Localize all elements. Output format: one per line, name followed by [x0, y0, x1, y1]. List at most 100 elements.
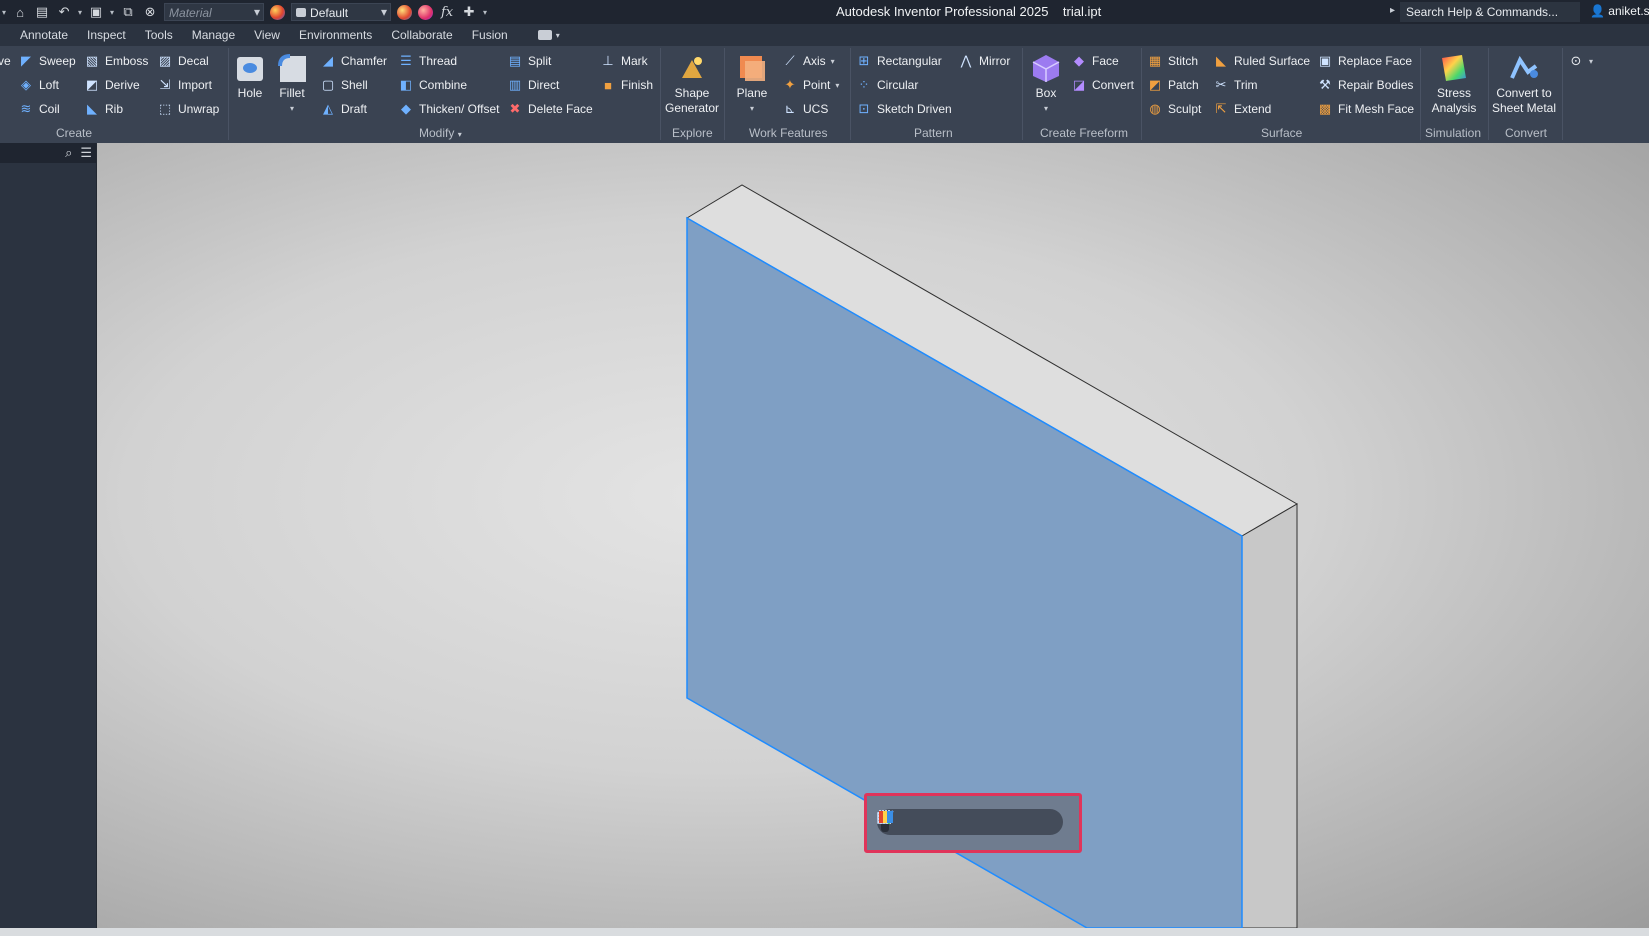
- ribbon-import-button[interactable]: ⇲ Import: [157, 75, 212, 95]
- tab-environments[interactable]: Environments: [299, 28, 372, 42]
- tab-manage[interactable]: Manage: [192, 28, 235, 42]
- ribbon-rectangular-pattern-button[interactable]: ⊞ Rectangular: [856, 51, 942, 71]
- ribbon-replace-face-button[interactable]: ▣ Replace Face: [1317, 51, 1412, 71]
- search-input[interactable]: Search Help & Commands...: [1400, 2, 1580, 22]
- appearance-icon[interactable]: [879, 811, 1063, 833]
- ribbon-box-button[interactable]: Box ▾: [1028, 52, 1064, 116]
- fillet-dropdown-icon[interactable]: ▾: [290, 101, 294, 116]
- add-sketch-icon[interactable]: [878, 810, 1034, 833]
- ribbon-decal-button[interactable]: ▨ Decal: [157, 51, 209, 71]
- ribbon-combine-button[interactable]: ◧ Combine: [398, 75, 467, 95]
- update-dropdown-icon[interactable]: ▾: [110, 8, 114, 17]
- ribbon-shape-generator-button[interactable]: Shape Generator: [662, 52, 722, 116]
- ribbon-mirror-button[interactable]: ⋀ Mirror: [958, 51, 1011, 71]
- ribbon-separator: [1420, 48, 1421, 140]
- tab-tools[interactable]: Tools: [145, 28, 173, 42]
- add-icon[interactable]: ✚: [461, 4, 477, 20]
- ribbon-display-icon[interactable]: [537, 30, 552, 40]
- ribbon-revolve-button[interactable]: ve: [0, 51, 11, 71]
- ribbon-sketch-driven-button[interactable]: ⊡ Sketch Driven: [856, 99, 952, 119]
- ribbon-point-button[interactable]: ✦ Point ▾: [782, 75, 840, 95]
- open-icon[interactable]: ▤: [34, 4, 50, 20]
- hole-icon: [234, 52, 266, 84]
- appearance-dropdown[interactable]: Default: [291, 3, 392, 21]
- ribbon-split-button[interactable]: ▤ Split: [507, 51, 552, 71]
- constraint-icon[interactable]: [878, 810, 1005, 833]
- update-icon[interactable]: ▣: [88, 4, 104, 20]
- ribbon-display-dropdown-icon[interactable]: ▾: [556, 31, 560, 40]
- ribbon-sweep-button[interactable]: ◤ Sweep: [18, 51, 76, 71]
- ribbon-unwrap-button[interactable]: ⬚ Unwrap: [157, 99, 220, 119]
- customize-qat-icon[interactable]: ▾: [483, 8, 487, 17]
- ribbon-thicken-offset-button[interactable]: ◆ Thicken/ Offset: [398, 99, 499, 119]
- create-sketch-icon[interactable]: [877, 810, 918, 833]
- box-dropdown-icon[interactable]: ▾: [1044, 101, 1048, 116]
- loft-icon: ◈: [21, 77, 31, 92]
- ribbon-mark-button[interactable]: ⊥ Mark: [600, 51, 647, 71]
- ribbon-coil-button[interactable]: ≋ Coil: [18, 99, 60, 119]
- ribbon-hole-button[interactable]: Hole: [232, 52, 268, 101]
- ribbon-ruled-surface-button[interactable]: ◣ Ruled Surface: [1213, 51, 1310, 71]
- sweep-icon: ◤: [21, 53, 31, 68]
- expand-search-icon[interactable]: ▸: [1390, 5, 1395, 16]
- qat-dropdown-icon[interactable]: ▾: [2, 8, 6, 17]
- ribbon-loft-button[interactable]: ◈ Loft: [18, 75, 59, 95]
- ribbon-stress-analysis-button[interactable]: Stress Analysis: [1424, 52, 1484, 116]
- ribbon-emboss-button[interactable]: ▧ Emboss: [84, 51, 149, 71]
- ribbon-plane-button[interactable]: Plane ▾: [733, 52, 771, 116]
- tab-annotate[interactable]: Annotate: [20, 28, 68, 42]
- adjust-appearance-icon[interactable]: [397, 4, 413, 20]
- undo-icon[interactable]: ↶: [56, 4, 72, 20]
- appearance-ball-icon[interactable]: [270, 4, 286, 20]
- dimension-icon[interactable]: [878, 810, 976, 833]
- ribbon-finish-button[interactable]: ■ Finish: [600, 75, 653, 95]
- ribbon-sculpt-button[interactable]: ◍ Sculpt: [1147, 99, 1201, 119]
- ribbon-convert-freeform-button[interactable]: ◪ Convert: [1071, 75, 1134, 95]
- material-dropdown[interactable]: Material: [164, 3, 265, 21]
- ribbon-chamfer-button[interactable]: ◢ Chamfer: [320, 51, 387, 71]
- ribbon-axis-button[interactable]: ⟋ Axis ▾: [782, 51, 834, 71]
- tab-collaborate[interactable]: Collaborate: [391, 28, 452, 42]
- tab-inspect[interactable]: Inspect: [87, 28, 126, 42]
- close-document-icon[interactable]: ⊗: [142, 4, 158, 20]
- ribbon-shell-button[interactable]: ▢ Shell: [320, 75, 368, 95]
- ribbon-derive-button[interactable]: ◩ Derive: [84, 75, 140, 95]
- ribbon-rib-button[interactable]: ◣ Rib: [84, 99, 123, 119]
- ribbon-stitch-button[interactable]: ▦ Stitch: [1147, 51, 1198, 71]
- rib-icon: ◣: [87, 101, 97, 116]
- tab-view[interactable]: View: [254, 28, 280, 42]
- plane-dropdown-icon[interactable]: ▾: [750, 101, 754, 116]
- ribbon-draft-button[interactable]: ◭ Draft: [320, 99, 367, 119]
- tab-fusion[interactable]: Fusion: [472, 28, 508, 42]
- ribbon-convert-sheet-metal-button[interactable]: Convert to Sheet Metal: [1490, 52, 1558, 116]
- ribbon-delete-face-button[interactable]: ✖ Delete Face: [507, 99, 593, 119]
- clear-appearance-icon[interactable]: [418, 4, 434, 20]
- ribbon-thread-button[interactable]: ☰ Thread: [398, 51, 457, 71]
- ribbon-repair-bodies-button[interactable]: ⚒ Repair Bodies: [1317, 75, 1413, 95]
- ribbon-extend-button[interactable]: ⇱ Extend: [1213, 99, 1272, 119]
- ribbon-separator: [1562, 48, 1563, 140]
- ribbon-ucs-button[interactable]: ⊾ UCS: [782, 99, 829, 119]
- menu-icon[interactable]: ☰: [80, 145, 92, 161]
- user-account[interactable]: 👤 aniket.sh: [1590, 4, 1649, 18]
- ribbon-fit-mesh-face-button[interactable]: ▩ Fit Mesh Face: [1317, 99, 1414, 119]
- graphics-viewport[interactable]: [97, 143, 1649, 928]
- edit-sketch-icon[interactable]: [878, 810, 947, 833]
- ribbon-circular-pattern-button[interactable]: ⁘ Circular: [856, 75, 919, 95]
- home-icon[interactable]: ⌂: [12, 4, 28, 20]
- part-side-face[interactable]: [1241, 503, 1298, 928]
- ribbon-face-button[interactable]: ◆ Face: [1071, 51, 1119, 71]
- group-label-modify[interactable]: Modify ▾: [419, 126, 462, 140]
- ribbon-trim-button[interactable]: ✂ Trim: [1213, 75, 1258, 95]
- ribbon-direct-button[interactable]: ▥ Direct: [507, 75, 560, 95]
- options-icon: ⊙: [1570, 53, 1582, 68]
- ribbon-options-button[interactable]: ⊙ ▾: [1568, 51, 1593, 71]
- ribbon-patch-button[interactable]: ◩ Patch: [1147, 75, 1199, 95]
- parameters-icon[interactable]: fx: [439, 4, 455, 20]
- undo-dropdown-icon[interactable]: ▾: [78, 8, 82, 17]
- convert-sheet-metal-icon: [1508, 52, 1540, 84]
- search-icon[interactable]: ⌕: [65, 145, 72, 161]
- ribbon-fillet-button[interactable]: Fillet ▾: [274, 52, 310, 116]
- select-icon[interactable]: ⧉: [120, 4, 136, 20]
- convert-freeform-icon: ◪: [1072, 77, 1086, 92]
